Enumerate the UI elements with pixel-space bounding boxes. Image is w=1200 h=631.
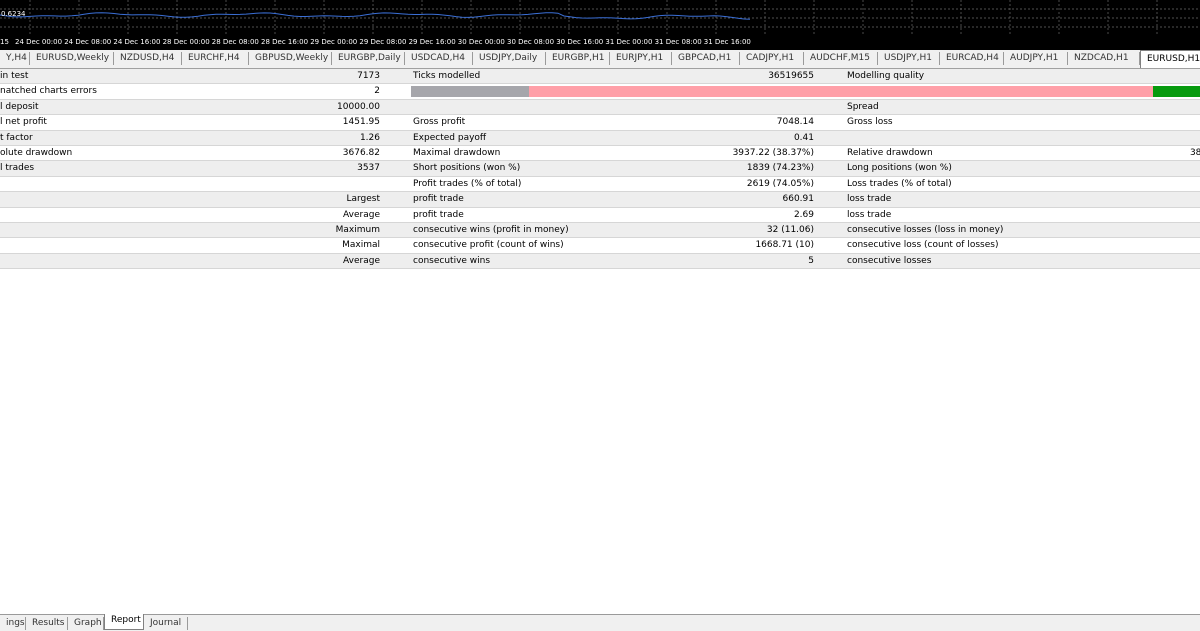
symbol-tab[interactable]: EURCAD,H4: [940, 52, 1004, 65]
report-row: Largest profit trade 660.91 loss trade: [0, 192, 1200, 208]
report-value: 1.26: [359, 132, 380, 143]
report-value: 38.3: [1189, 147, 1200, 158]
time-axis-label: 31 Dec 08:00: [654, 38, 702, 46]
report-row: l trades 3537 Short positions (won %) 1839 …: [0, 161, 1200, 177]
report-value: 1668.71 (10): [755, 240, 814, 251]
time-axis-label: 30 Dec 08:00: [507, 38, 555, 46]
report-value: Average: [343, 255, 380, 266]
time-axis-label: 31 Dec 16:00: [703, 38, 751, 46]
report-value: 2.69: [793, 209, 814, 220]
report-value: 3537: [357, 163, 380, 174]
report-value: 0.41: [793, 132, 814, 143]
report-row: l net profit 1451.95 Gross profit 7048.14 Gr…: [0, 115, 1200, 131]
report-row: Profit trades (% of total) 2619 (74.05%) L…: [0, 177, 1200, 193]
report-value: 3676.82: [342, 147, 380, 158]
tester-tab-graph[interactable]: Graph: [68, 617, 104, 630]
report-row: Average consecutive wins 5 consecutive loss…: [0, 253, 1200, 270]
time-axis-label: 28 Dec 08:00: [211, 38, 259, 46]
report-value: Maximum: [335, 224, 380, 235]
symbol-tab[interactable]: AUDJPY,H1: [1004, 52, 1068, 65]
tester-tab-results[interactable]: Results: [26, 617, 68, 630]
symbol-tab[interactable]: USDJPY,Daily: [473, 52, 546, 65]
symbol-tab[interactable]: EURJPY,H1: [610, 52, 672, 65]
report-value: 1451.95: [342, 117, 380, 128]
symbol-tab[interactable]: CADJPY,H1: [740, 52, 804, 65]
time-axis-label: 28 Dec 16:00: [261, 38, 309, 46]
time-axis-label: 24 Dec 16:00: [113, 38, 161, 46]
time-axis-label: 30 Dec 16:00: [556, 38, 604, 46]
time-axis-label: 29 Dec 16:00: [408, 38, 456, 46]
modelling-quality-bar: [411, 86, 1200, 98]
report-label: Spread: [847, 101, 879, 112]
symbol-tab[interactable]: USDCAD,H4: [405, 52, 473, 65]
report-row: Maximal consecutive profit (count of wins…: [0, 238, 1200, 254]
report-label: consecutive losses: [847, 255, 932, 266]
price-chart[interactable]: 0.6234: [0, 0, 1200, 36]
time-axis-label: 29 Dec 08:00: [359, 38, 407, 46]
report-value: 7048.14: [776, 117, 814, 128]
symbol-tab[interactable]: EURGBP,Daily: [332, 52, 405, 65]
report-value: Average: [343, 209, 380, 220]
symbol-tab-bar: Y,H4 EURUSD,Weekly NZDUSD,H4 EURCHF,H4 GBPUS…: [0, 50, 1200, 69]
symbol-tab[interactable]: AUDCHF,M15: [804, 52, 878, 65]
quality-bar-grey: [411, 86, 529, 98]
report-value: 5: [808, 255, 814, 266]
report-value: 1839 (74.23%): [746, 163, 814, 174]
report-label: loss trade: [847, 209, 892, 220]
quality-bar-green: [1153, 86, 1200, 98]
symbol-tab[interactable]: GBPCAD,H1: [672, 52, 740, 65]
symbol-tab[interactable]: EURCHF,H4: [182, 52, 249, 65]
symbol-tab[interactable]: EURGBP,H1: [546, 52, 610, 65]
tester-tab-ings[interactable]: ings: [0, 617, 26, 630]
symbol-tab[interactable]: Y,H4: [0, 52, 30, 65]
time-axis-label: 15: [0, 38, 9, 46]
tester-tab-journal[interactable]: Journal: [144, 617, 188, 630]
time-axis-label: 24 Dec 08:00: [64, 38, 112, 46]
report-value: 10000.00: [337, 101, 380, 112]
report-value: 32 (11.06): [766, 224, 814, 235]
tester-tab-bar: ings Results Graph Report Journal: [0, 614, 1200, 631]
symbol-tab[interactable]: EURUSD,Weekly: [30, 52, 114, 65]
tester-tab-report[interactable]: Report: [104, 614, 144, 630]
report-row: olute drawdown 3676.82 Maximal drawdown 393…: [0, 146, 1200, 162]
time-axis-label: 24 Dec 00:00: [15, 38, 63, 46]
report-table: in test 7173 Ticks modelled 36519655 Modelli…: [0, 69, 1200, 270]
time-axis: 15 24 Dec 00:00 24 Dec 08:00 24 Dec 16:00 28…: [0, 36, 1200, 50]
report-value: 2: [374, 86, 380, 97]
symbol-tab[interactable]: GBPUSD,Weekly: [249, 52, 332, 65]
symbol-tab[interactable]: EURUSD,H1 (vi: [1140, 50, 1200, 68]
report-row: in test 7173 Ticks modelled 36519655 Modelli…: [0, 69, 1200, 85]
time-axis-label: 29 Dec 00:00: [310, 38, 358, 46]
price-label: 0.6234: [1, 10, 26, 18]
report-value: Largest: [346, 194, 380, 205]
report-label: consecutive loss (count of losses): [847, 240, 999, 251]
report-value: 660.91: [782, 194, 815, 205]
report-label: Gross loss: [847, 117, 893, 128]
report-value: 1: [847, 161, 1200, 176]
report-row: Maximum consecutive wins (profit in money…: [0, 222, 1200, 239]
report-value: 36519655: [768, 71, 814, 81]
report-value: 3937.22 (38.37%): [732, 147, 814, 158]
report-label: Modelling quality: [847, 71, 925, 81]
time-axis-label: 28 Dec 00:00: [162, 38, 210, 46]
report-row: t factor 1.26 Expected payoff 0.41: [0, 130, 1200, 146]
symbol-tab[interactable]: USDJPY,H1: [878, 52, 940, 65]
time-axis-label: 30 Dec 00:00: [457, 38, 505, 46]
report-row: Average profit trade 2.69 loss trade: [0, 208, 1200, 223]
report-label: consecutive losses (loss in money): [847, 224, 1004, 235]
time-axis-label: 31 Dec 00:00: [605, 38, 653, 46]
chart-canvas: [0, 0, 1200, 36]
symbol-tab[interactable]: NZDCAD,H1: [1068, 52, 1140, 65]
report-value: Maximal: [342, 240, 380, 251]
report-value: 2619 (74.05%): [746, 178, 814, 189]
report-row: l deposit 10000.00 Spread: [0, 99, 1200, 116]
report-value: 7173: [357, 71, 380, 81]
report-row: natched charts errors 2: [0, 84, 1200, 100]
report-label: Loss trades (% of total): [847, 178, 952, 189]
symbol-tab[interactable]: NZDUSD,H4: [114, 52, 182, 65]
report-label: loss trade: [847, 194, 892, 205]
